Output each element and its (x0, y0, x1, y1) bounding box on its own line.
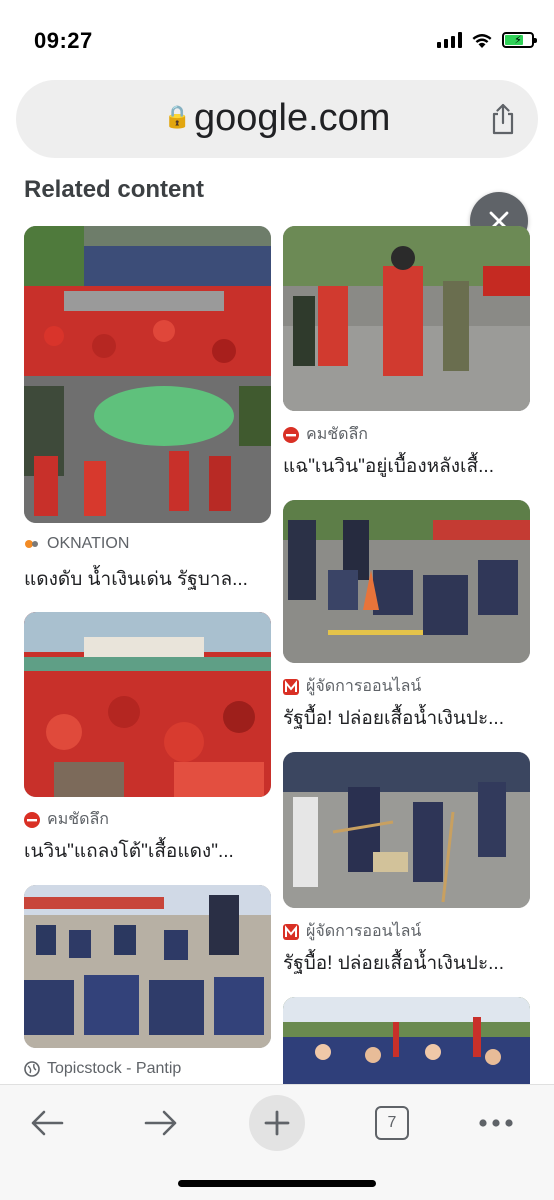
protest-photo (283, 226, 530, 411)
manager-logo-icon (283, 678, 299, 695)
result-title[interactable]: รัฐบื้อ! ปล่อยเสื้อน้ำเงินปะ... (283, 703, 533, 733)
result-source-label: ผู้จัดการออนไลน์ (306, 678, 422, 695)
lock-icon: 🔒 (163, 104, 191, 129)
result-source: Topicstock - Pantip (24, 1060, 181, 1078)
result-source: คมชัดลึก (24, 807, 109, 832)
forward-button[interactable] (133, 1095, 189, 1151)
more-horizontal-icon (479, 1119, 513, 1127)
komchadluek-logo-icon (283, 426, 299, 443)
wifi-icon (472, 33, 492, 48)
result-thumbnail[interactable] (24, 612, 271, 797)
result-title[interactable]: แดงดับ น้ำเงินเด่น รัฐบาล... (24, 564, 274, 594)
new-tab-button[interactable] (249, 1095, 305, 1151)
result-source-label: คมชัดลึก (47, 811, 109, 828)
protest-photo (24, 226, 271, 523)
komchadluek-logo-icon (24, 811, 40, 828)
result-thumbnail[interactable] (283, 226, 530, 411)
cellular-signal-icon (437, 32, 462, 48)
result-source: OKNATION (24, 535, 129, 553)
result-source-label: ผู้จัดการออนไลน์ (306, 923, 422, 940)
share-icon (492, 103, 514, 135)
result-thumbnail[interactable] (283, 997, 530, 1084)
status-time: 09:27 (34, 28, 93, 53)
protest-photo (283, 752, 530, 908)
status-icons: ⚡ (437, 28, 537, 52)
globe-icon (24, 1061, 40, 1077)
tab-count: 7 (375, 1106, 409, 1140)
result-source: ผู้จัดการออนไลน์ (283, 919, 421, 944)
tab-switcher-button[interactable]: 7 (364, 1095, 420, 1151)
result-source-label: OKNATION (47, 535, 130, 552)
address-bar[interactable]: 🔒google.com (16, 80, 538, 158)
protest-photo (24, 612, 271, 797)
result-thumbnail[interactable] (24, 885, 271, 1048)
result-source-label: Topicstock - Pantip (47, 1060, 182, 1077)
result-thumbnail[interactable] (283, 752, 530, 908)
result-source-label: คมชัดลึก (306, 426, 368, 443)
result-source: ผู้จัดการออนไลน์ (283, 674, 421, 699)
result-title[interactable]: รัฐบื้อ! ปล่อยเสื้อน้ำเงินปะ... (283, 948, 533, 978)
url-display[interactable]: 🔒google.com (16, 97, 538, 140)
protest-photo (24, 885, 271, 1048)
protest-photo (283, 997, 530, 1084)
status-bar: 09:27 ⚡ (0, 0, 554, 70)
result-title[interactable]: เนวิน"แถลงโต้"เสื้อแดง"... (24, 836, 274, 866)
oknation-logo-icon (24, 536, 40, 552)
back-button[interactable] (19, 1095, 75, 1151)
arrow-right-icon (144, 1110, 177, 1136)
more-menu-button[interactable] (468, 1095, 524, 1151)
related-content-heading: Related content (24, 176, 205, 203)
result-thumbnail[interactable] (24, 226, 271, 523)
manager-logo-icon (283, 923, 299, 940)
arrow-left-icon (31, 1110, 64, 1136)
result-title[interactable]: แฉ"เนวิน"อยู่เบื้องหลังเสื้... (283, 451, 533, 481)
battery-icon: ⚡ (502, 32, 537, 48)
home-indicator (178, 1180, 376, 1187)
share-button[interactable] (488, 102, 518, 136)
url-domain: google.com (193, 97, 391, 139)
result-thumbnail[interactable] (283, 500, 530, 663)
plus-icon (264, 1110, 290, 1136)
result-source: คมชัดลึก (283, 422, 368, 447)
protest-photo (283, 500, 530, 663)
